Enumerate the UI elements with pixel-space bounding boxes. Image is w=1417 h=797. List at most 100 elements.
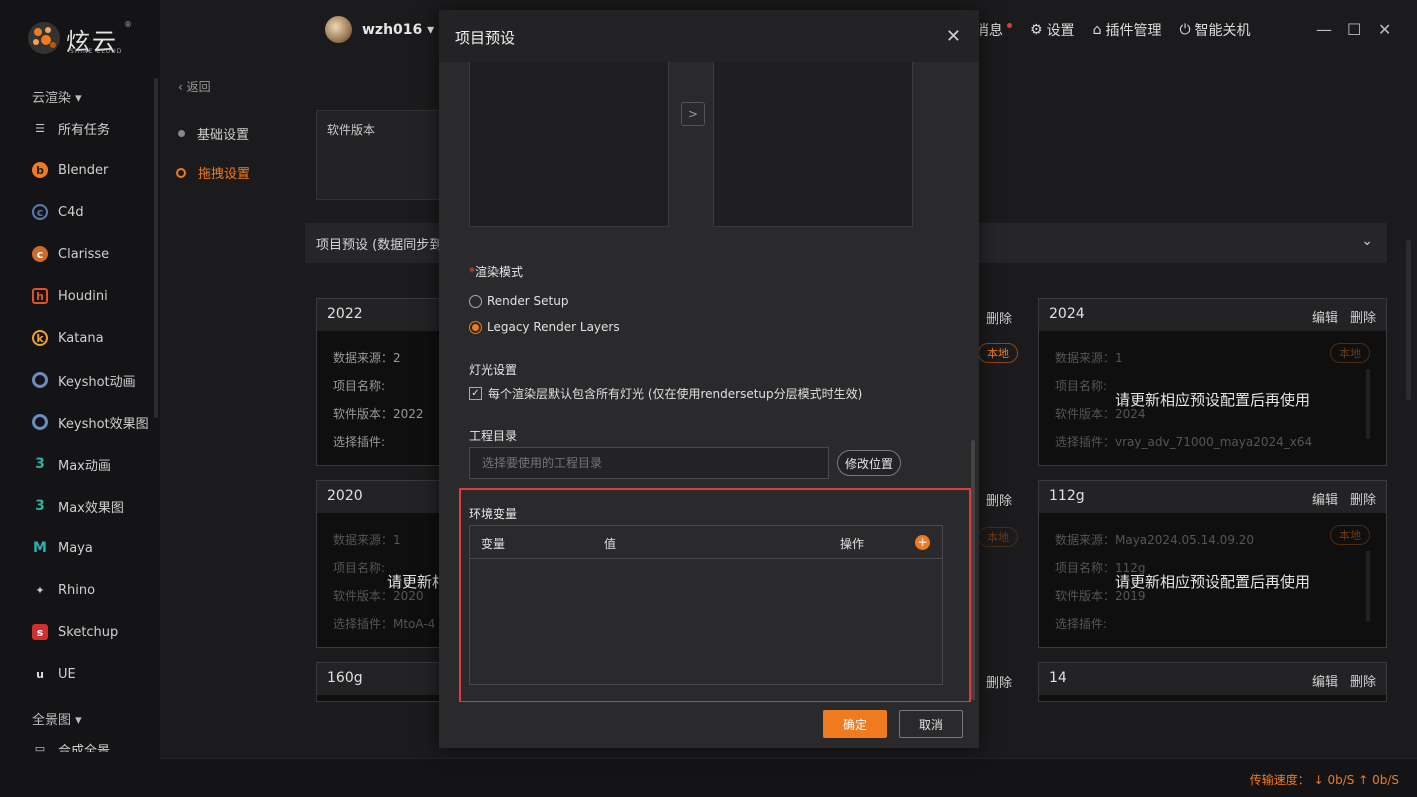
card-header: 14 编辑 删除 (1039, 663, 1386, 695)
maximize-icon[interactable]: ☐ (1347, 20, 1361, 39)
project-preset-dialog: 项目预设 ✕ > *渲染模式 Render Setup Legacy Rende… (439, 10, 979, 748)
card-actions: 编辑 删除 (1312, 671, 1376, 690)
dialog-scrollbar[interactable] (971, 440, 975, 700)
radio-label: Render Setup (487, 294, 569, 308)
delete-button[interactable]: 删除 (986, 490, 1012, 509)
render-mode-text: 渲染模式 (475, 265, 524, 279)
step-basic-settings[interactable]: 基础设置 (176, 124, 249, 143)
chevron-down-icon[interactable]: ⌄ (1361, 233, 1373, 249)
power-icon: ⏻ (1179, 22, 1191, 38)
sidebar-item-label: C4d (58, 204, 84, 220)
edit-button[interactable]: 编辑 (1312, 489, 1338, 508)
sidebar-item-keyshot-image[interactable]: Keyshot效果图 (32, 411, 149, 433)
sidebar-item-keyshot-animation[interactable]: Keyshot动画 (32, 369, 136, 391)
light-include-checkbox[interactable]: ✓ 每个渲染层默认包含所有灯光 (仅在使用rendersetup分层模式时生效) (469, 385, 862, 402)
local-tag: 本地 (978, 527, 1018, 547)
sidebar-item-panorama-compose[interactable]: ▭ 合成全景 (32, 740, 110, 753)
minimize-icon[interactable]: — (1316, 20, 1332, 39)
delete-button[interactable]: 删除 (1350, 307, 1376, 326)
transfer-target-list[interactable] (713, 62, 913, 227)
settings-button[interactable]: ⚙ 设置 (1030, 20, 1075, 40)
close-icon[interactable]: ✕ (946, 26, 961, 47)
shutdown-button[interactable]: ⏻ 智能关机 (1179, 20, 1250, 40)
modify-location-button[interactable]: 修改位置 (837, 450, 902, 476)
settings-label: 设置 (1046, 23, 1075, 39)
preset-card-14: 14 编辑 删除 (1038, 662, 1387, 702)
software-version-box: 软件版本 (316, 110, 446, 200)
sidebar-item-label: Houdini (58, 288, 108, 304)
sidebar-item-label: Keyshot动画 (58, 374, 136, 390)
sidebar-item-max-animation[interactable]: 3 Max动画 (32, 453, 111, 475)
transfer-speed: 传输速度： ↓ 0b/S ↑ 0b/S (1250, 771, 1399, 788)
sidebar-item-rhino[interactable]: ✦ Rhino (32, 579, 95, 601)
sidebar-item-all-tasks[interactable]: ☰ 所有任务 (32, 117, 110, 139)
confirm-button[interactable]: 确定 (823, 710, 887, 738)
chevron-right-icon: > (687, 107, 699, 121)
cancel-button[interactable]: 取消 (899, 710, 963, 738)
delete-button[interactable]: 删除 (986, 308, 1012, 327)
sidebar-item-label: Rhino (58, 582, 96, 598)
sidebar-item-katana[interactable]: k Katana (32, 327, 104, 349)
env-vars-label: 环境变量 (469, 507, 518, 521)
sidebar-item-c4d[interactable]: c C4d (32, 201, 84, 223)
project-dir-input[interactable] (469, 447, 829, 479)
card-overlay-message: 请更新相应预设配置后再使用 (1114, 391, 1310, 409)
sidebar-item-clarisse[interactable]: c Clarisse (32, 243, 109, 265)
card-header: 2024 编辑 删除 (1039, 299, 1386, 331)
card-line: 数据来源：2 (333, 351, 401, 365)
notification-dot-icon (1007, 22, 1012, 28)
column-value: 值 (604, 537, 617, 551)
delete-button[interactable]: 删除 (1350, 671, 1376, 690)
user-menu[interactable]: wzh016 ▾ (325, 16, 434, 43)
delete-button[interactable]: 删除 (986, 672, 1012, 691)
local-tag: 本地 (1330, 525, 1370, 545)
transfer-source-list[interactable] (469, 62, 669, 227)
step-drag-settings[interactable]: 拖拽设置 (176, 163, 250, 182)
sidebar-item-houdini[interactable]: h Houdini (32, 285, 108, 307)
delete-button[interactable]: 删除 (1350, 489, 1376, 508)
sidebar-item-label: Blender (58, 162, 109, 178)
sidebar-section-panorama[interactable]: 全景图 ▾ (32, 709, 82, 728)
gear-icon: ⚙ (1030, 22, 1043, 38)
plugins-label: 插件管理 (1105, 23, 1162, 39)
preset-card-112g: 112g 编辑 删除 本地 数据来源：Maya2024.05.14.09.20 … (1038, 480, 1387, 648)
column-action: 操作 (840, 537, 865, 551)
card-overlay-message: 请更新相应预设配置后再使用 (1114, 573, 1310, 591)
shutdown-label: 智能关机 (1194, 23, 1251, 39)
rhino-icon: ✦ (35, 583, 45, 597)
step-label: 基础设置 (197, 128, 250, 143)
back-link[interactable]: ‹ 返回 (178, 78, 211, 95)
radio-label: Legacy Render Layers (487, 320, 620, 334)
username[interactable]: wzh016 ▾ (362, 22, 434, 38)
sidebar-item-ue[interactable]: u UE (32, 663, 76, 685)
add-env-var-icon[interactable]: + (915, 535, 930, 550)
sidebar-item-label: UE (58, 666, 76, 682)
radio-legacy-render-layers[interactable]: Legacy Render Layers (469, 320, 620, 334)
card-header: 112g 编辑 删除 (1039, 481, 1386, 513)
transfer-right-button[interactable]: > (681, 102, 705, 126)
sidebar-item-maya[interactable]: M Maya (32, 537, 93, 559)
step-active-ring-icon (176, 167, 186, 178)
max-icon: 3 (35, 498, 45, 514)
content-scrollbar[interactable] (1406, 240, 1411, 400)
radio-render-setup[interactable]: Render Setup (469, 294, 568, 308)
avatar[interactable] (325, 16, 352, 43)
edit-button[interactable]: 编辑 (1312, 671, 1338, 690)
sidebar-item-sketchup[interactable]: s Sketchup (32, 621, 118, 643)
preset-bar-title: 项目预设 (数据同步到 (316, 238, 443, 253)
plugins-button[interactable]: ⌂ 插件管理 (1093, 20, 1162, 40)
messages-button[interactable]: 消息 (975, 20, 1012, 40)
card-line: 数据来源：Maya2024.05.14.09.20 (1055, 533, 1255, 547)
card-line: 选择插件：vray_adv_71000_maya2024_x64 (1055, 435, 1313, 449)
close-window-icon[interactable]: ✕ (1378, 20, 1391, 39)
card-line: 项目名称: (333, 561, 386, 575)
card-line: 数据来源：1 (1055, 351, 1123, 365)
edit-button[interactable]: 编辑 (1312, 307, 1338, 326)
sidebar-section-cloud-render[interactable]: 云渲染 ▾ (32, 87, 82, 106)
card-line: 数据来源：1 (333, 533, 401, 547)
project-dir-label: 工程目录 (469, 429, 518, 443)
sidebar-item-blender[interactable]: b Blender (32, 159, 108, 181)
sidebar-item-max-image[interactable]: 3 Max效果图 (32, 495, 124, 517)
card-line: 选择插件：MtoA-4 (333, 617, 436, 631)
sidebar-scrollbar[interactable] (154, 78, 158, 418)
